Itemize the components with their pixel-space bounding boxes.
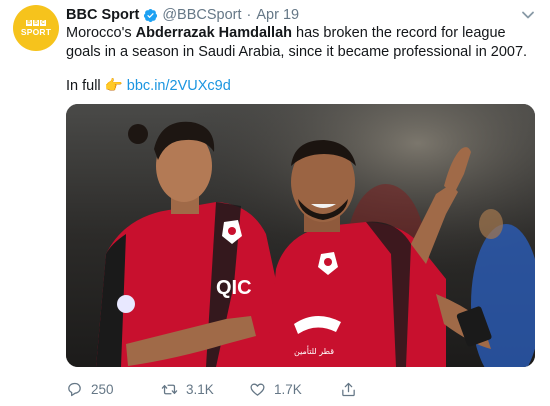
tweet-date[interactable]: Apr 19 <box>256 6 299 24</box>
tweet-text: Morocco's Abderrazak Hamdallah has broke… <box>66 24 542 62</box>
right-shirt-sponsor-sub: قطر للتأمين <box>294 345 334 356</box>
left-shirt-sponsor: QIC <box>216 277 252 299</box>
tweet-photo[interactable]: QIC قطر للتأمين <box>66 104 535 367</box>
retweet-count: 3.1K <box>186 382 214 397</box>
in-full-label: In full <box>66 78 101 94</box>
bbc-logo-b2: B <box>33 19 39 26</box>
chevron-down-icon[interactable] <box>521 8 535 22</box>
players-celebrating-image: QIC قطر للتأمين <box>66 104 535 367</box>
meta-separator: · <box>246 7 252 23</box>
like-action[interactable]: 1.7K <box>249 381 302 398</box>
reply-icon <box>68 382 81 397</box>
article-link[interactable]: bbc.in/2VUXc9d <box>127 78 231 94</box>
share-action[interactable] <box>340 381 357 398</box>
like-icon <box>250 383 265 396</box>
retweet-icon <box>161 384 178 395</box>
share-icon <box>342 382 355 397</box>
verified-badge-icon <box>144 8 158 22</box>
tweet-actions: 250 3.1K 1.7K <box>0 381 550 401</box>
reply-count: 250 <box>91 382 114 397</box>
retweet-action[interactable]: 3.1K <box>161 381 214 398</box>
reply-action[interactable]: 250 <box>66 381 114 398</box>
like-count: 1.7K <box>274 382 302 397</box>
tweet-text-bold-name: Abderrazak Hamdallah <box>135 25 292 41</box>
avatar-sport-word: SPORT <box>20 26 52 37</box>
in-full-line: In full 👉 bbc.in/2VUXc9d <box>66 77 231 96</box>
bbc-sport-avatar[interactable]: B B C SPORT <box>13 5 59 51</box>
bbc-logo-b1: B <box>26 19 32 26</box>
display-name[interactable]: BBC Sport <box>66 6 139 24</box>
bbc-logo-blocks: B B C <box>26 19 46 26</box>
tweet-header: BBC Sport @BBCSport · Apr 19 <box>66 6 299 24</box>
pointing-right-emoji: 👉 <box>104 78 123 94</box>
tweet-text-before: Morocco's <box>66 25 136 41</box>
handle[interactable]: @BBCSport <box>162 6 241 24</box>
bbc-logo-c: C <box>40 19 46 26</box>
